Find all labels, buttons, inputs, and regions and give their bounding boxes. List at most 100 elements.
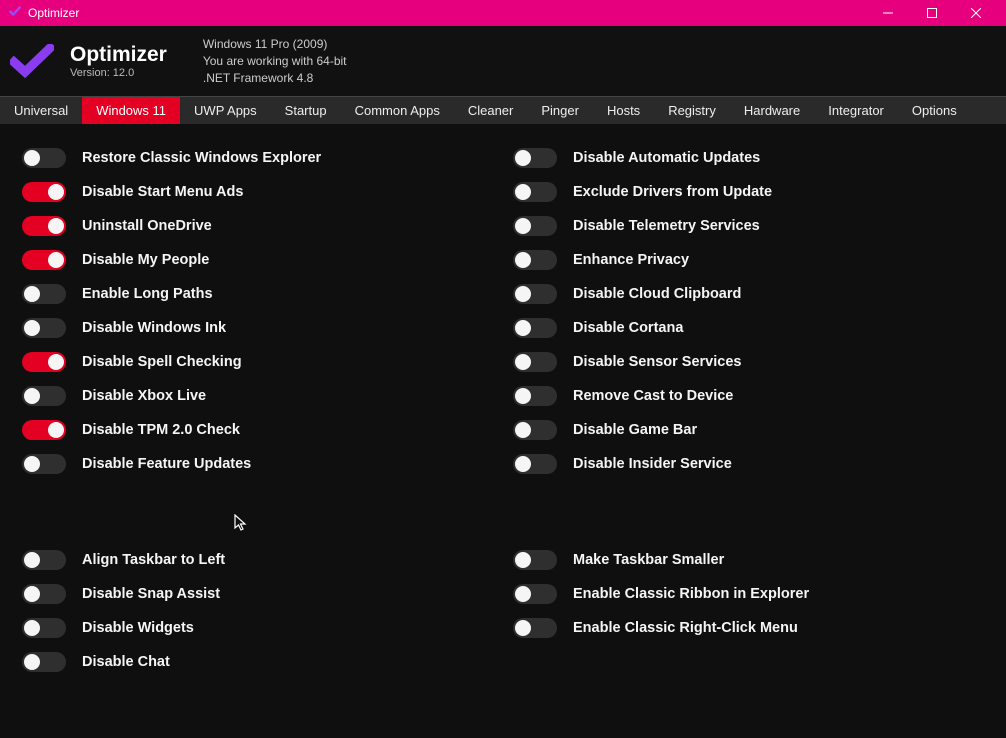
toggle-row-classic_rclick: Enable Classic Right-Click Menu bbox=[513, 618, 984, 638]
toggle-label-classic_ribbon: Enable Classic Ribbon in Explorer bbox=[573, 586, 809, 602]
toggle-row-uninstall_onedrive: Uninstall OneDrive bbox=[22, 216, 493, 236]
tab-integrator[interactable]: Integrator bbox=[814, 97, 898, 124]
toggle-knob bbox=[24, 620, 40, 636]
toggle-label-disable_snap: Disable Snap Assist bbox=[82, 586, 220, 602]
minimize-button[interactable] bbox=[866, 0, 910, 26]
toggle-disable_sensor[interactable] bbox=[513, 352, 557, 372]
toggle-disable_tpm[interactable] bbox=[22, 420, 66, 440]
titlebar: Optimizer bbox=[0, 0, 1006, 26]
tab-hosts[interactable]: Hosts bbox=[593, 97, 654, 124]
tab-hardware[interactable]: Hardware bbox=[730, 97, 814, 124]
toggle-disable_telemetry[interactable] bbox=[513, 216, 557, 236]
toggle-disable_chat[interactable] bbox=[22, 652, 66, 672]
toggle-knob bbox=[515, 150, 531, 166]
toggle-label-align_taskbar_left: Align Taskbar to Left bbox=[82, 552, 225, 568]
toggle-disable_auto_upd[interactable] bbox=[513, 148, 557, 168]
toggle-disable_insider[interactable] bbox=[513, 454, 557, 474]
group-spacer bbox=[22, 488, 493, 536]
toggle-classic_ribbon[interactable] bbox=[513, 584, 557, 604]
env-dotnet: .NET Framework 4.8 bbox=[203, 70, 347, 87]
group-spacer bbox=[513, 488, 984, 536]
toggle-row-exclude_drivers: Exclude Drivers from Update bbox=[513, 182, 984, 202]
tab-windows11[interactable]: Windows 11 bbox=[82, 97, 180, 124]
toggle-label-uninstall_onedrive: Uninstall OneDrive bbox=[82, 218, 212, 234]
toggle-row-disable_gamebar: Disable Game Bar bbox=[513, 420, 984, 440]
toggle-knob bbox=[24, 286, 40, 302]
tab-commonapps[interactable]: Common Apps bbox=[341, 97, 454, 124]
toggle-disable_gamebar[interactable] bbox=[513, 420, 557, 440]
toggle-knob bbox=[24, 654, 40, 670]
toggle-row-disable_widgets: Disable Widgets bbox=[22, 618, 493, 638]
toggle-knob bbox=[515, 552, 531, 568]
app-title: Optimizer bbox=[70, 43, 167, 67]
app-title-block: Optimizer Version: 12.0 bbox=[70, 43, 167, 79]
toggle-row-disable_auto_upd: Disable Automatic Updates bbox=[513, 148, 984, 168]
toggle-label-disable_cloudclip: Disable Cloud Clipboard bbox=[573, 286, 741, 302]
toggle-label-disable_insider: Disable Insider Service bbox=[573, 456, 732, 472]
titlebar-left: Optimizer bbox=[8, 4, 79, 23]
toggle-disable_xbox[interactable] bbox=[22, 386, 66, 406]
toggle-knob bbox=[24, 586, 40, 602]
toggle-label-disable_sensor: Disable Sensor Services bbox=[573, 354, 741, 370]
toggle-disable_snap[interactable] bbox=[22, 584, 66, 604]
titlebar-title: Optimizer bbox=[28, 6, 79, 20]
toggle-row-disable_cortana: Disable Cortana bbox=[513, 318, 984, 338]
toggle-disable_ink[interactable] bbox=[22, 318, 66, 338]
maximize-button[interactable] bbox=[910, 0, 954, 26]
toggle-label-disable_spell: Disable Spell Checking bbox=[82, 354, 242, 370]
toggle-restore_explorer[interactable] bbox=[22, 148, 66, 168]
toggle-disable_cloudclip[interactable] bbox=[513, 284, 557, 304]
toggle-row-align_taskbar_left: Align Taskbar to Left bbox=[22, 550, 493, 570]
toggle-disable_cortana[interactable] bbox=[513, 318, 557, 338]
toggle-disable_my_people[interactable] bbox=[22, 250, 66, 270]
toggle-label-disable_cortana: Disable Cortana bbox=[573, 320, 683, 336]
toggle-label-disable_telemetry: Disable Telemetry Services bbox=[573, 218, 760, 234]
toggle-label-disable_xbox: Disable Xbox Live bbox=[82, 388, 206, 404]
toggle-remove_cast[interactable] bbox=[513, 386, 557, 406]
toggle-disable_widgets[interactable] bbox=[22, 618, 66, 638]
tab-bar: UniversalWindows 11UWP AppsStartupCommon… bbox=[0, 96, 1006, 124]
app-logo-icon bbox=[10, 44, 54, 78]
close-button[interactable] bbox=[954, 0, 998, 26]
toggle-knob bbox=[515, 286, 531, 302]
toggle-knob bbox=[48, 218, 64, 234]
tab-universal[interactable]: Universal bbox=[0, 97, 82, 124]
toggle-disable_spell[interactable] bbox=[22, 352, 66, 372]
toggle-row-enhance_privacy: Enhance Privacy bbox=[513, 250, 984, 270]
toggle-row-remove_cast: Remove Cast to Device bbox=[513, 386, 984, 406]
toggle-knob bbox=[48, 184, 64, 200]
toggle-label-taskbar_smaller: Make Taskbar Smaller bbox=[573, 552, 724, 568]
tab-uwp[interactable]: UWP Apps bbox=[180, 97, 271, 124]
toggle-knob bbox=[48, 422, 64, 438]
toggle-classic_rclick[interactable] bbox=[513, 618, 557, 638]
tab-cleaner[interactable]: Cleaner bbox=[454, 97, 528, 124]
toggle-label-enable_long_paths: Enable Long Paths bbox=[82, 286, 213, 302]
toggle-row-taskbar_smaller: Make Taskbar Smaller bbox=[513, 550, 984, 570]
env-arch: You are working with 64-bit bbox=[203, 53, 347, 70]
toggle-label-enhance_privacy: Enhance Privacy bbox=[573, 252, 689, 268]
toggle-knob bbox=[48, 354, 64, 370]
toggle-uninstall_onedrive[interactable] bbox=[22, 216, 66, 236]
toggle-knob bbox=[515, 354, 531, 370]
toggle-knob bbox=[515, 184, 531, 200]
tab-registry[interactable]: Registry bbox=[654, 97, 730, 124]
toggle-knob bbox=[515, 388, 531, 404]
toggle-label-disable_tpm: Disable TPM 2.0 Check bbox=[82, 422, 240, 438]
toggle-row-disable_telemetry: Disable Telemetry Services bbox=[513, 216, 984, 236]
toggle-row-disable_my_people: Disable My People bbox=[22, 250, 493, 270]
toggle-row-enable_long_paths: Enable Long Paths bbox=[22, 284, 493, 304]
titlebar-app-icon bbox=[8, 4, 22, 23]
toggle-row-disable_insider: Disable Insider Service bbox=[513, 454, 984, 474]
toggle-enhance_privacy[interactable] bbox=[513, 250, 557, 270]
tab-options[interactable]: Options bbox=[898, 97, 971, 124]
tab-startup[interactable]: Startup bbox=[271, 97, 341, 124]
toggle-disable_feature[interactable] bbox=[22, 454, 66, 474]
toggle-knob bbox=[24, 552, 40, 568]
tab-pinger[interactable]: Pinger bbox=[527, 97, 593, 124]
toggle-row-disable_feature: Disable Feature Updates bbox=[22, 454, 493, 474]
toggle-enable_long_paths[interactable] bbox=[22, 284, 66, 304]
toggle-exclude_drivers[interactable] bbox=[513, 182, 557, 202]
toggle-disable_start_ads[interactable] bbox=[22, 182, 66, 202]
toggle-align_taskbar_left[interactable] bbox=[22, 550, 66, 570]
toggle-taskbar_smaller[interactable] bbox=[513, 550, 557, 570]
